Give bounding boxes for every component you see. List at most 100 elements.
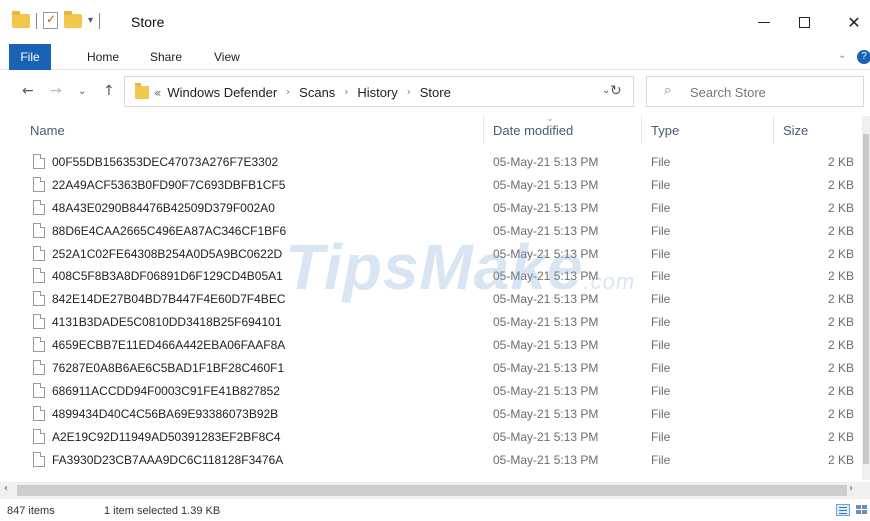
file-icon (33, 291, 45, 307)
status-bar: 847 items 1 item selected 1.39 KB (0, 500, 870, 521)
breadcrumb-history[interactable]: History (357, 85, 397, 100)
file-type: File (651, 315, 671, 330)
file-date: 05-May-21 5:13 PM (493, 200, 599, 215)
large-icons-view-icon[interactable] (855, 504, 869, 516)
vertical-scroll-thumb[interactable] (863, 134, 869, 464)
tab-share[interactable]: Share (150, 44, 182, 70)
file-name: 686911ACCDD94F0003C91FE41B827852 (52, 383, 280, 398)
expand-ribbon-icon[interactable]: ⌄ (838, 50, 846, 61)
file-date: 05-May-21 5:13 PM (493, 338, 599, 353)
forward-button[interactable]: → (50, 83, 62, 99)
chevron-right-icon[interactable]: › (286, 87, 290, 98)
file-icon (33, 382, 45, 398)
minimize-icon (758, 21, 770, 23)
column-header-type[interactable]: Type (651, 123, 679, 138)
file-size: 2 KB (827, 200, 854, 215)
file-row[interactable]: 4659ECBB7E11ED466A442EBA06FAAF8A 05-May-2… (0, 334, 862, 357)
breadcrumb-windows-defender[interactable]: Windows Defender (167, 85, 277, 100)
close-button[interactable]: ✕ (834, 8, 870, 36)
file-size: 2 KB (827, 246, 854, 261)
column-header-name[interactable]: Name (30, 123, 65, 138)
chevron-right-icon[interactable]: › (344, 87, 348, 98)
properties-icon[interactable] (43, 12, 58, 29)
file-icon (33, 154, 45, 169)
file-row[interactable]: 252A1C02FE64308B254A0D5A9BC0622D 05-May-2… (0, 243, 862, 266)
file-row[interactable]: 842E14DE27B04BD7B447F4E60D7F4BEC 05-May-2… (0, 288, 862, 311)
file-row[interactable]: 4131B3DADE5C0810DD3418B25F694101 05-May-2… (0, 311, 862, 334)
file-type: File (651, 406, 671, 421)
file-row[interactable]: 22A49ACF5363B0FD90F7C693DBFB1CF5 05-May-2… (0, 174, 862, 197)
customize-toolbar-icon[interactable]: ▾ (88, 15, 93, 26)
maximize-icon (798, 16, 810, 28)
file-row[interactable]: A2E19C92D11949AD50391283EF2BF8C4 05-May-2… (0, 426, 862, 449)
file-date: 05-May-21 5:13 PM (493, 246, 599, 261)
file-row[interactable]: FA3930D23CB7AAA9DC6C118128F3476A 05-May-2… (0, 449, 862, 472)
refresh-button[interactable]: ↻ (610, 83, 622, 99)
file-row[interactable]: 88D6E4CAA2665C496EA87AC346CF1BF6 05-May-2… (0, 220, 862, 243)
file-name: 842E14DE27B04BD7B447F4E60D7F4BEC (52, 292, 286, 307)
selection-info: 1 item selected 1.39 KB (104, 505, 221, 517)
file-size: 2 KB (827, 406, 854, 421)
file-type: File (651, 429, 671, 444)
address-bar[interactable]: « Windows Defender › Scans › History › S… (124, 76, 634, 107)
window-title: Store (131, 14, 165, 30)
breadcrumb-store[interactable]: Store (420, 85, 451, 100)
file-name: 48A43E0290B84476B42509D379F002A0 (52, 200, 275, 215)
file-row[interactable]: 00F55DB156353DEC47073A276F7E3302 05-May-2… (0, 151, 862, 174)
file-type: File (651, 452, 671, 467)
file-row[interactable]: 76287E0A8B6AE6C5BAD1F1BF28C460F1 05-May-2… (0, 357, 862, 380)
search-input[interactable]: ⌕ Search Store (646, 76, 864, 107)
file-icon (33, 405, 45, 421)
file-size: 2 KB (827, 452, 854, 467)
column-divider[interactable] (773, 116, 774, 144)
file-icon (33, 428, 45, 444)
file-date: 05-May-21 5:13 PM (493, 361, 599, 376)
file-date: 05-May-21 5:13 PM (493, 406, 599, 421)
file-date: 05-May-21 5:13 PM (493, 292, 599, 307)
file-type: File (651, 292, 671, 307)
file-row[interactable]: 48A43E0290B84476B42509D379F002A0 05-May-2… (0, 197, 862, 220)
breadcrumb-overflow-button[interactable]: « (154, 86, 161, 100)
column-header-date-modified[interactable]: Date modified (493, 123, 573, 138)
file-icon (33, 199, 45, 215)
file-date: 05-May-21 5:13 PM (493, 429, 599, 444)
file-row[interactable]: 686911ACCDD94F0003C91FE41B827852 05-May-2… (0, 380, 862, 403)
help-icon[interactable]: ? (857, 50, 870, 64)
file-size: 2 KB (827, 383, 854, 398)
details-view-icon[interactable] (836, 504, 850, 516)
folder-icon (135, 83, 149, 99)
file-size: 2 KB (827, 223, 854, 238)
back-button[interactable]: ← (22, 83, 34, 99)
horizontal-scroll-thumb[interactable] (17, 485, 847, 496)
file-size: 2 KB (827, 429, 854, 444)
file-name: 408C5F8B3A8DF06891D6F129CD4B05A1 (52, 269, 283, 284)
vertical-scrollbar[interactable] (862, 116, 870, 480)
column-divider[interactable] (483, 116, 484, 144)
up-button[interactable]: ↑ (103, 83, 115, 99)
breadcrumb-scans[interactable]: Scans (299, 85, 335, 100)
close-icon: ✕ (847, 12, 861, 32)
title-bar: ▾ Store ✕ (0, 0, 870, 44)
file-size: 2 KB (827, 338, 854, 353)
file-icon (33, 314, 45, 330)
tab-file[interactable]: File (9, 44, 51, 70)
tab-home[interactable]: Home (87, 44, 119, 70)
new-folder-icon[interactable] (64, 10, 82, 28)
file-row[interactable]: 408C5F8B3A8DF06891D6F129CD4B05A1 05-May-2… (0, 265, 862, 288)
minimize-button[interactable] (744, 8, 784, 36)
tab-view[interactable]: View (214, 44, 240, 70)
file-name: 22A49ACF5363B0FD90F7C693DBFB1CF5 (52, 177, 286, 192)
file-icon (33, 451, 45, 467)
chevron-right-icon[interactable]: › (407, 87, 411, 98)
scroll-left-icon[interactable]: ‹ (4, 483, 8, 494)
file-row[interactable]: 4899434D40C4C56BA69E93386073B92B 05-May-2… (0, 403, 862, 426)
scroll-right-icon[interactable]: › (849, 483, 853, 494)
horizontal-scrollbar[interactable]: ‹ › (0, 482, 870, 499)
file-size: 2 KB (827, 269, 854, 284)
maximize-button[interactable] (784, 8, 824, 36)
folder-icon (12, 10, 30, 28)
column-header-size[interactable]: Size (783, 123, 808, 138)
file-icon (33, 176, 45, 192)
recent-locations-button[interactable]: ⌄ (78, 86, 86, 97)
column-divider[interactable] (641, 116, 642, 144)
